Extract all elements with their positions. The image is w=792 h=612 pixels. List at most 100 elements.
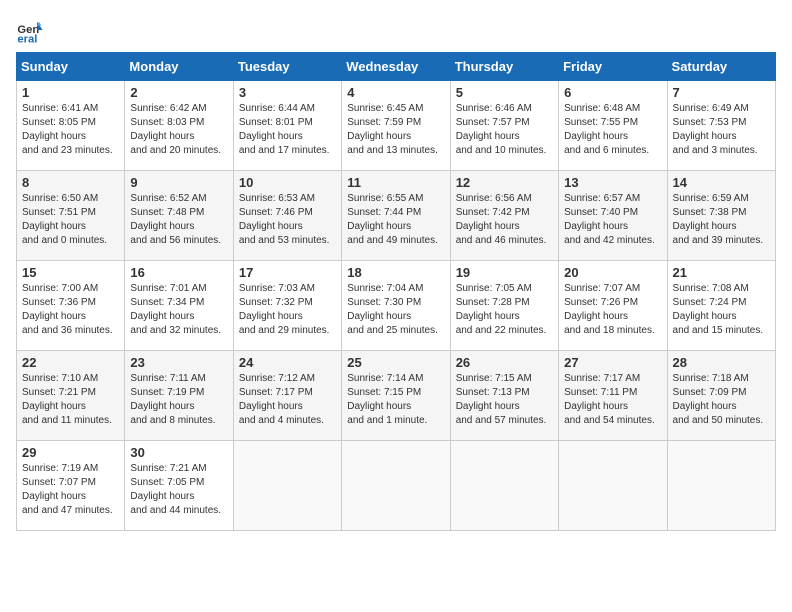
cell-info: Sunrise: 7:21 AMSunset: 7:05 PMDaylight … — [130, 462, 227, 518]
day-number: 25 — [347, 355, 444, 370]
day-number: 21 — [673, 265, 770, 280]
cell-info: Sunrise: 6:46 AMSunset: 7:57 PMDaylight … — [456, 102, 553, 158]
day-cell: 25 Sunrise: 7:14 AMSunset: 7:15 PMDayligh… — [342, 351, 450, 441]
day-cell: 1 Sunrise: 6:41 AMSunset: 8:05 PMDaylight… — [17, 81, 125, 171]
day-cell: 24 Sunrise: 7:12 AMSunset: 7:17 PMDayligh… — [233, 351, 341, 441]
day-number: 20 — [564, 265, 661, 280]
day-cell: 16Sunrise: 7:01 AMSunset: 7:34 PMDayligh… — [125, 261, 233, 351]
cell-info: Sunrise: 6:48 AMSunset: 7:55 PMDaylight … — [564, 102, 661, 158]
day-cell: 14 Sunrise: 6:59 AMSunset: 7:38 PMDayligh… — [667, 171, 775, 261]
week-row-3: 15 Sunrise: 7:00 AMSunset: 7:36 PMDayligh… — [17, 261, 776, 351]
day-cell: 29 Sunrise: 7:19 AMSunset: 7:07 PMDayligh… — [17, 441, 125, 531]
day-number: 28 — [673, 355, 770, 370]
day-cell: 4 Sunrise: 6:45 AMSunset: 7:59 PMDaylight… — [342, 81, 450, 171]
logo-icon: Gen eral — [16, 16, 44, 44]
cell-info: Sunrise: 7:11 AMSunset: 7:19 PMDaylight … — [130, 372, 227, 428]
week-row-4: 22 Sunrise: 7:10 AMSunset: 7:21 PMDayligh… — [17, 351, 776, 441]
day-number: 15 — [22, 265, 119, 280]
day-number: 29 — [22, 445, 119, 460]
day-cell: 15 Sunrise: 7:00 AMSunset: 7:36 PMDayligh… — [17, 261, 125, 351]
cell-info: Sunrise: 6:57 AMSunset: 7:40 PMDaylight … — [564, 192, 661, 248]
cell-info: Sunrise: 7:19 AMSunset: 7:07 PMDaylight … — [22, 462, 119, 518]
day-number: 5 — [456, 85, 553, 100]
cell-info: Sunrise: 7:10 AMSunset: 7:21 PMDaylight … — [22, 372, 119, 428]
cell-info: Sunrise: 7:00 AMSunset: 7:36 PMDaylight … — [22, 282, 119, 338]
day-cell: 10 Sunrise: 6:53 AMSunset: 7:46 PMDayligh… — [233, 171, 341, 261]
col-header-wednesday: Wednesday — [342, 53, 450, 81]
day-cell: 18Sunrise: 7:04 AMSunset: 7:30 PMDayligh… — [342, 261, 450, 351]
day-cell — [233, 441, 341, 531]
week-row-2: 8 Sunrise: 6:50 AMSunset: 7:51 PMDaylight… — [17, 171, 776, 261]
day-cell: 26Sunrise: 7:15 AMSunset: 7:13 PMDayligh… — [450, 351, 558, 441]
day-number: 13 — [564, 175, 661, 190]
cell-info: Sunrise: 7:17 AMSunset: 7:11 PMDaylight … — [564, 372, 661, 428]
cell-info: Sunrise: 7:08 AMSunset: 7:24 PMDaylight … — [673, 282, 770, 338]
day-number: 4 — [347, 85, 444, 100]
cell-info: Sunrise: 7:07 AMSunset: 7:26 PMDaylight … — [564, 282, 661, 338]
logo: Gen eral — [16, 16, 48, 44]
day-number: 24 — [239, 355, 336, 370]
cell-info: Sunrise: 6:55 AMSunset: 7:44 PMDaylight … — [347, 192, 444, 248]
day-number: 12 — [456, 175, 553, 190]
day-number: 17 — [239, 265, 336, 280]
cell-info: Sunrise: 6:50 AMSunset: 7:51 PMDaylight … — [22, 192, 119, 248]
day-number: 19 — [456, 265, 553, 280]
week-row-1: 1 Sunrise: 6:41 AMSunset: 8:05 PMDaylight… — [17, 81, 776, 171]
cell-info: Sunrise: 6:45 AMSunset: 7:59 PMDaylight … — [347, 102, 444, 158]
week-row-5: 29 Sunrise: 7:19 AMSunset: 7:07 PMDayligh… — [17, 441, 776, 531]
cell-info: Sunrise: 6:52 AMSunset: 7:48 PMDaylight … — [130, 192, 227, 248]
cell-info: Sunrise: 7:12 AMSunset: 7:17 PMDaylight … — [239, 372, 336, 428]
cell-info: Sunrise: 7:14 AMSunset: 7:15 PMDaylight … — [347, 372, 444, 428]
cell-info: Sunrise: 7:18 AMSunset: 7:09 PMDaylight … — [673, 372, 770, 428]
day-number: 23 — [130, 355, 227, 370]
calendar-table: SundayMondayTuesdayWednesdayThursdayFrid… — [16, 52, 776, 531]
cell-info: Sunrise: 6:56 AMSunset: 7:42 PMDaylight … — [456, 192, 553, 248]
day-cell: 8 Sunrise: 6:50 AMSunset: 7:51 PMDaylight… — [17, 171, 125, 261]
calendar-header: SundayMondayTuesdayWednesdayThursdayFrid… — [17, 53, 776, 81]
col-header-thursday: Thursday — [450, 53, 558, 81]
day-cell: 27 Sunrise: 7:17 AMSunset: 7:11 PMDayligh… — [559, 351, 667, 441]
day-cell: 13 Sunrise: 6:57 AMSunset: 7:40 PMDayligh… — [559, 171, 667, 261]
cell-info: Sunrise: 6:41 AMSunset: 8:05 PMDaylight … — [22, 102, 119, 158]
day-cell: 23 Sunrise: 7:11 AMSunset: 7:19 PMDayligh… — [125, 351, 233, 441]
day-cell: 30 Sunrise: 7:21 AMSunset: 7:05 PMDayligh… — [125, 441, 233, 531]
day-number: 8 — [22, 175, 119, 190]
day-number: 14 — [673, 175, 770, 190]
cell-info: Sunrise: 7:05 AMSunset: 7:28 PMDaylight … — [456, 282, 553, 338]
day-number: 2 — [130, 85, 227, 100]
cell-info: Sunrise: 6:49 AMSunset: 7:53 PMDaylight … — [673, 102, 770, 158]
cell-info: Sunrise: 6:53 AMSunset: 7:46 PMDaylight … — [239, 192, 336, 248]
cell-info: Sunrise: 6:44 AMSunset: 8:01 PMDaylight … — [239, 102, 336, 158]
day-cell: 28 Sunrise: 7:18 AMSunset: 7:09 PMDayligh… — [667, 351, 775, 441]
day-number: 10 — [239, 175, 336, 190]
day-cell: 22 Sunrise: 7:10 AMSunset: 7:21 PMDayligh… — [17, 351, 125, 441]
col-header-tuesday: Tuesday — [233, 53, 341, 81]
day-cell: 7 Sunrise: 6:49 AMSunset: 7:53 PMDaylight… — [667, 81, 775, 171]
day-cell — [559, 441, 667, 531]
cell-info: Sunrise: 7:15 AMSunset: 7:13 PMDaylight … — [456, 372, 553, 428]
day-cell: 11Sunrise: 6:55 AMSunset: 7:44 PMDayligh… — [342, 171, 450, 261]
day-cell: 5 Sunrise: 6:46 AMSunset: 7:57 PMDaylight… — [450, 81, 558, 171]
day-cell — [667, 441, 775, 531]
cell-info: Sunrise: 7:03 AMSunset: 7:32 PMDaylight … — [239, 282, 336, 338]
cell-info: Sunrise: 6:59 AMSunset: 7:38 PMDaylight … — [673, 192, 770, 248]
cell-info: Sunrise: 6:42 AMSunset: 8:03 PMDaylight … — [130, 102, 227, 158]
day-cell — [342, 441, 450, 531]
day-cell: 21 Sunrise: 7:08 AMSunset: 7:24 PMDayligh… — [667, 261, 775, 351]
day-number: 22 — [22, 355, 119, 370]
day-number: 7 — [673, 85, 770, 100]
col-header-sunday: Sunday — [17, 53, 125, 81]
day-number: 1 — [22, 85, 119, 100]
day-cell: 3Sunrise: 6:44 AMSunset: 8:01 PMDaylight… — [233, 81, 341, 171]
page-header: Gen eral — [16, 16, 776, 44]
day-cell — [450, 441, 558, 531]
day-number: 6 — [564, 85, 661, 100]
day-number: 16 — [130, 265, 227, 280]
day-cell: 19 Sunrise: 7:05 AMSunset: 7:28 PMDayligh… — [450, 261, 558, 351]
col-header-monday: Monday — [125, 53, 233, 81]
day-number: 18 — [347, 265, 444, 280]
day-number: 27 — [564, 355, 661, 370]
day-cell: 2 Sunrise: 6:42 AMSunset: 8:03 PMDaylight… — [125, 81, 233, 171]
day-cell: 9Sunrise: 6:52 AMSunset: 7:48 PMDaylight… — [125, 171, 233, 261]
day-number: 30 — [130, 445, 227, 460]
